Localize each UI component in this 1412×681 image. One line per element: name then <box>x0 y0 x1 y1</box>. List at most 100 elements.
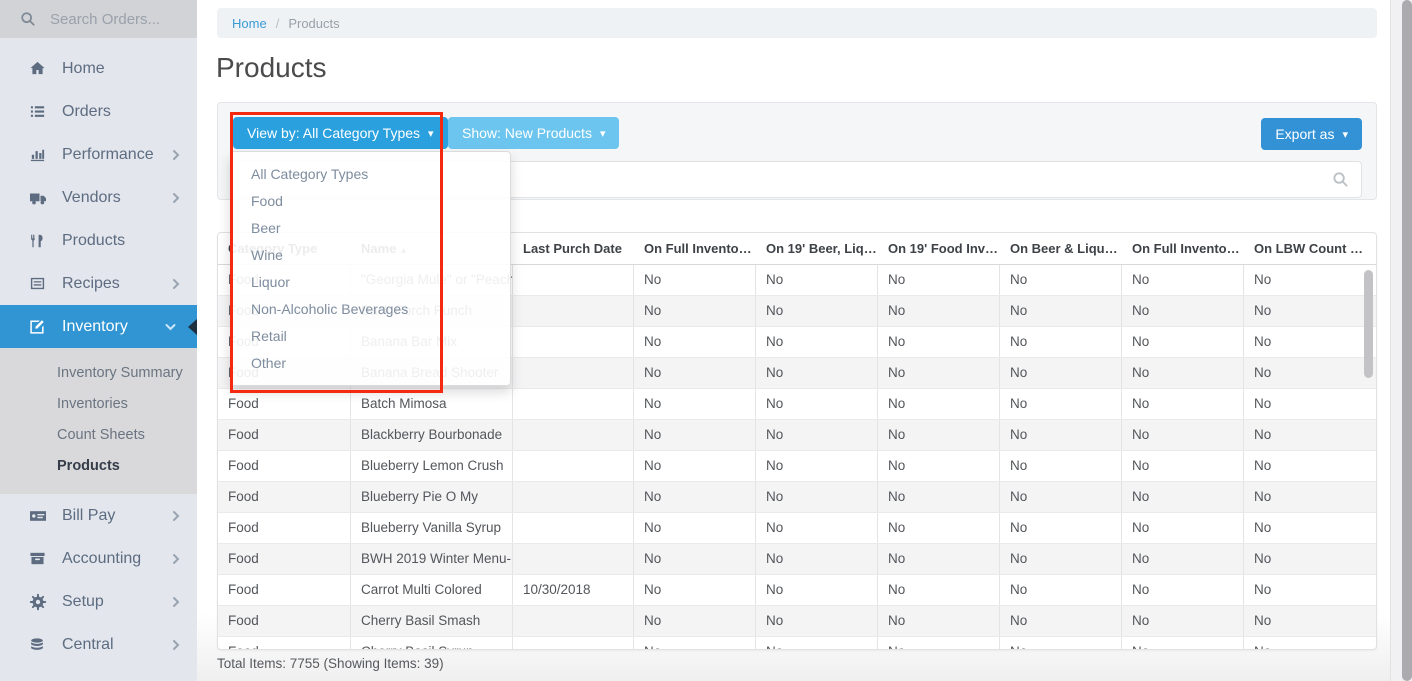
cell-flag: No <box>878 327 1000 357</box>
cell-flag: No <box>1122 265 1244 295</box>
cell-flag: No <box>878 451 1000 481</box>
page-title: Products <box>216 52 327 84</box>
table-row[interactable]: FoodBlackberry BourbonadeNoNoNoNoNoNo <box>218 419 1376 450</box>
column-header-on-19-food-inv[interactable]: On 19' Food Inv… <box>878 233 1000 264</box>
cell-category-type: Food <box>218 575 351 605</box>
cell-flag: No <box>1122 296 1244 326</box>
sidebar-item-products[interactable]: Products <box>0 219 197 262</box>
cell-flag: No <box>1122 358 1244 388</box>
sidebar-item-orders[interactable]: Orders <box>0 90 197 133</box>
cell-flag: No <box>634 296 756 326</box>
cell-flag: No <box>1244 575 1376 605</box>
cell-flag: No <box>756 265 878 295</box>
cell-name: Cherry Basil Smash <box>351 606 513 636</box>
cell-flag: No <box>1000 575 1122 605</box>
table-row[interactable]: FoodCarrot Multi Colored10/30/2018NoNoNo… <box>218 574 1376 605</box>
column-header-on-full-invento[interactable]: On Full Invento… <box>634 233 756 264</box>
cell-flag: No <box>634 265 756 295</box>
export-label: Export as <box>1275 126 1334 142</box>
cell-flag: No <box>878 389 1000 419</box>
category-types-dropdown-menu: All Category TypesFoodBeerWineLiquorNon-… <box>230 151 511 386</box>
cell-flag: No <box>756 544 878 574</box>
dropdown-item-other[interactable]: Other <box>231 350 510 377</box>
cell-flag: No <box>756 606 878 636</box>
table-row[interactable]: FoodBlueberry Pie O MyNoNoNoNoNoNo <box>218 481 1376 512</box>
cell-flag: No <box>1000 544 1122 574</box>
sidebar-item-label: Orders <box>62 103 111 121</box>
dropdown-item-retail[interactable]: Retail <box>231 323 510 350</box>
sidebar-item-vendors[interactable]: Vendors <box>0 176 197 219</box>
chevron-right-icon <box>171 191 181 204</box>
cell-category-type: Food <box>218 544 351 574</box>
cell-flag: No <box>878 482 1000 512</box>
cell-last-purch-date: 10/30/2018 <box>513 575 634 605</box>
sidebar-item-label: Accounting <box>62 550 141 568</box>
sidebar-item-setup[interactable]: Setup <box>0 580 197 623</box>
cell-flag: No <box>1122 544 1244 574</box>
column-header-on-full-invento[interactable]: On Full Invento… <box>1122 233 1244 264</box>
sidebar-item-label: Performance <box>62 146 154 164</box>
sidebar-item-accounting[interactable]: Accounting <box>0 537 197 580</box>
inventory-submenu: Inventory SummaryInventoriesCount Sheets… <box>0 348 197 494</box>
app-window: Home Orders Performance Vendors Products Reci… <box>0 0 1412 681</box>
breadcrumb-separator: / <box>276 16 280 31</box>
dropdown-item-food[interactable]: Food <box>231 188 510 215</box>
search-orders-input[interactable] <box>48 10 182 29</box>
sidebar-item-label: Inventory <box>62 318 128 336</box>
column-header-on-lbw-count[interactable]: On LBW Count … <box>1244 233 1376 264</box>
dropdown-item-liquor[interactable]: Liquor <box>231 269 510 296</box>
sidebar-item-central[interactable]: Central <box>0 623 197 666</box>
submenu-item-products[interactable]: Products <box>57 451 197 482</box>
show-dropdown-button[interactable]: Show: New Products ▾ <box>448 117 619 149</box>
sidebar-nav-bottom: Bill Pay Accounting SetupCentral <box>0 494 197 666</box>
cell-flag: No <box>634 544 756 574</box>
cell-flag: No <box>756 389 878 419</box>
cell-last-purch-date <box>513 482 634 512</box>
cell-flag: No <box>1244 513 1376 543</box>
orders-icon <box>29 103 53 120</box>
cell-flag: No <box>1000 327 1122 357</box>
cell-flag: No <box>756 358 878 388</box>
cell-last-purch-date <box>513 420 634 450</box>
table-scrollbar-thumb[interactable] <box>1364 270 1373 378</box>
submenu-item-count-sheets[interactable]: Count Sheets <box>57 420 197 451</box>
window-scrollbar-thumb[interactable] <box>1402 0 1412 681</box>
recipes-icon <box>29 275 53 292</box>
sidebar-item-home[interactable]: Home <box>0 47 197 90</box>
inventory-icon <box>29 318 53 335</box>
table-row[interactable]: FoodBlueberry Vanilla SyrupNoNoNoNoNoNo <box>218 512 1376 543</box>
breadcrumb: Home / Products <box>217 8 1377 38</box>
sidebar-item-recipes[interactable]: Recipes <box>0 262 197 305</box>
sidebar-item-performance[interactable]: Performance <box>0 133 197 176</box>
dropdown-item-beer[interactable]: Beer <box>231 215 510 242</box>
table-row[interactable]: FoodCherry Basil SmashNoNoNoNoNoNo <box>218 605 1376 636</box>
column-header-on-19-beer-liq[interactable]: On 19' Beer, Liq… <box>756 233 878 264</box>
column-header-last-purch-date[interactable]: Last Purch Date <box>513 233 634 264</box>
central-icon <box>29 637 53 653</box>
sidebar-item-label: Products <box>62 232 125 250</box>
cell-flag: No <box>634 451 756 481</box>
cell-flag: No <box>1000 265 1122 295</box>
cell-last-purch-date <box>513 358 634 388</box>
submenu-item-inventories[interactable]: Inventories <box>57 389 197 420</box>
table-row[interactable]: FoodBatch MimosaNoNoNoNoNoNo <box>218 388 1376 419</box>
sidebar-search-bar[interactable] <box>0 0 197 38</box>
dropdown-item-all-category-types[interactable]: All Category Types <box>231 161 510 188</box>
sidebar-item-bill-pay[interactable]: Bill Pay <box>0 494 197 537</box>
dropdown-item-non-alcoholic-beverages[interactable]: Non-Alcoholic Beverages <box>231 296 510 323</box>
dropdown-item-wine[interactable]: Wine <box>231 242 510 269</box>
export-as-button[interactable]: Export as ▾ <box>1261 118 1362 150</box>
table-row[interactable]: FoodCherry Basil SyrupNoNoNoNoNoNo <box>218 636 1376 650</box>
table-row[interactable]: FoodBlueberry Lemon CrushNoNoNoNoNoNo <box>218 450 1376 481</box>
sidebar-item-inventory[interactable]: Inventory <box>0 305 197 348</box>
submenu-item-inventory-summary[interactable]: Inventory Summary <box>57 358 197 389</box>
cell-last-purch-date <box>513 544 634 574</box>
view-by-dropdown-button[interactable]: View by: All Category Types ▾ <box>233 117 448 149</box>
breadcrumb-home-link[interactable]: Home <box>232 16 267 31</box>
cell-last-purch-date <box>513 327 634 357</box>
column-header-on-beer-liqu[interactable]: On Beer & Liqu… <box>1000 233 1122 264</box>
cell-flag: No <box>1244 358 1376 388</box>
cell-category-type: Food <box>218 637 351 650</box>
cell-name: Carrot Multi Colored <box>351 575 513 605</box>
table-row[interactable]: FoodBWH 2019 Winter Menu- …NoNoNoNoNoNo <box>218 543 1376 574</box>
